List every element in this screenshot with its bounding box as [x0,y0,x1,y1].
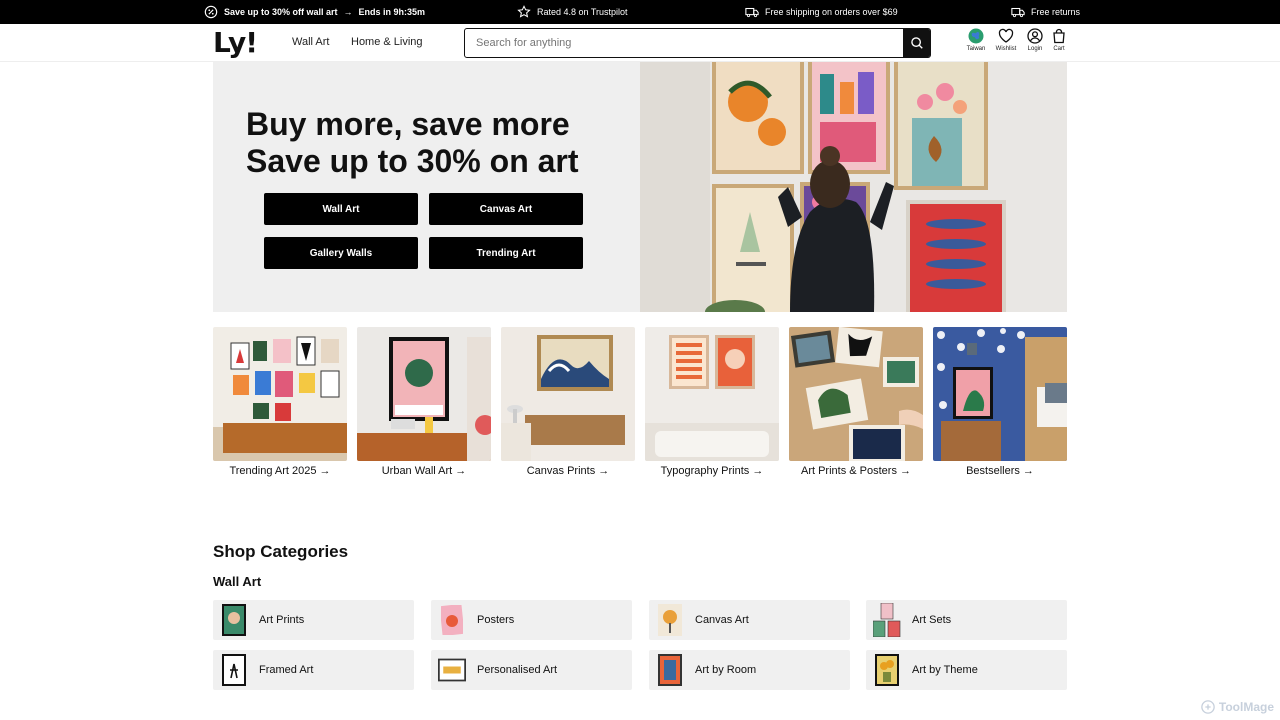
promo-sale-text: Save up to 30% off wall art [224,7,338,17]
tile-framed-art[interactable]: Framed Art [213,650,414,690]
category-label[interactable]: Trending Art 2025 → [213,465,347,477]
category-label[interactable]: Typography Prints → [645,465,779,477]
tile-label: Canvas Art [695,614,749,626]
globe-icon [968,28,984,44]
site-logo[interactable]: Ly! [213,29,258,57]
watermark-logo-icon [1201,700,1215,714]
watermark: ToolMage [1201,700,1274,714]
site-header: Ly! Wall Art Home & Living Taiwan Wishli… [0,24,1280,62]
category-label[interactable]: Bestsellers → [933,465,1067,477]
category-card-typography[interactable]: Typography Prints → [645,327,779,477]
hero-trending-art-button[interactable]: Trending Art [429,237,583,269]
search-input[interactable] [465,29,903,57]
tile-canvas-art[interactable]: Canvas Art [649,600,850,640]
promo-rating[interactable]: Rated 4.8 on Trustpilot [517,0,628,24]
category-label[interactable]: Canvas Prints → [501,465,635,477]
tile-art-by-room[interactable]: Art by Room [649,650,850,690]
promo-rating-text: Rated 4.8 on Trustpilot [537,7,628,17]
search-icon [910,37,923,49]
art-sets-thumb [873,603,901,637]
promo-bar: Save up to 30% off wall art → Ends in 9h… [0,0,1280,24]
tile-label: Posters [477,614,515,626]
category-card-bestsellers[interactable]: Bestsellers → [933,327,1067,477]
promo-shipping-text: Free shipping on orders over $69 [765,7,898,17]
hero-image [640,62,1067,312]
hero-title: Buy more, save more Save up to 30% on ar… [246,106,579,180]
tile-personalised-art[interactable]: Personalised Art [431,650,632,690]
tile-art-sets[interactable]: Art Sets [866,600,1067,640]
hero-wall-art-button[interactable]: Wall Art [264,193,418,225]
promo-returns[interactable]: Free returns [1011,0,1080,24]
user-icon [1027,28,1043,44]
category-label[interactable]: Art Prints & Posters → [789,465,923,477]
star-icon [517,5,531,18]
category-card-art-prints[interactable]: Art Prints & Posters → [789,327,923,477]
nav-wall-art[interactable]: Wall Art [292,36,330,48]
canvas-art-thumb [656,604,684,636]
hero-title-line2: Save up to 30% on art [246,143,579,179]
tile-art-by-theme[interactable]: Art by Theme [866,650,1067,690]
bag-icon [1053,28,1065,44]
promo-returns-text: Free returns [1031,7,1081,17]
tile-label: Art by Room [695,664,757,676]
tile-posters[interactable]: Posters [431,600,632,640]
watermark-text: ToolMage [1218,700,1274,714]
tile-label: Art Sets [912,614,952,626]
shop-categories-title: Shop Categories [213,542,349,561]
category-card-trending[interactable]: Trending Art 2025 → [213,327,347,477]
nav-home-living[interactable]: Home & Living [351,36,423,48]
category-image [645,327,779,461]
hero-banner: Buy more, save more Save up to 30% on ar… [213,62,1067,312]
promo-sale-arrow: → [343,7,353,17]
promo-countdown: Ends in 9h:35m [358,7,426,17]
category-image [213,327,347,461]
category-card-canvas[interactable]: Canvas Prints → [501,327,635,477]
heart-icon [998,28,1014,43]
posters-thumb [438,604,466,636]
category-card-urban[interactable]: Urban Wall Art → [357,327,491,477]
wishlist-link[interactable]: Wishlist [992,28,1020,52]
search-button[interactable] [903,29,930,57]
cart-label: Cart [1053,46,1065,52]
category-image [789,327,923,461]
art-by-room-thumb [656,654,684,686]
promo-sale[interactable]: Save up to 30% off wall art → Ends in 9h… [204,0,425,24]
promo-shipping[interactable]: Free shipping on orders over $69 [745,0,898,24]
hero-gallery-walls-button[interactable]: Gallery Walls [264,237,418,269]
region-label: Taiwan [966,46,986,52]
return-truck-icon [1011,7,1025,18]
cart-link[interactable]: Cart [1045,28,1073,52]
search-bar [464,28,931,58]
discount-icon [204,5,218,19]
wishlist-label: Wishlist [995,46,1017,52]
hero-title-line1: Buy more, save more [246,106,570,142]
tile-label: Framed Art [259,664,314,676]
category-image [501,327,635,461]
category-image [933,327,1067,461]
art-by-theme-thumb [873,654,901,686]
wall-art-subtitle: Wall Art [213,574,262,589]
category-label[interactable]: Urban Wall Art → [357,465,491,477]
framed-art-thumb [220,654,248,686]
art-prints-thumb [220,604,248,636]
tile-label: Art by Theme [912,664,978,676]
login-label: Login [1027,46,1043,52]
region-selector[interactable]: Taiwan [962,28,990,52]
category-image [357,327,491,461]
hero-canvas-art-button[interactable]: Canvas Art [429,193,583,225]
tile-art-prints[interactable]: Art Prints [213,600,414,640]
tile-label: Art Prints [259,614,305,626]
personalised-art-thumb [438,654,466,686]
tile-label: Personalised Art [477,664,558,676]
truck-icon [745,7,759,18]
